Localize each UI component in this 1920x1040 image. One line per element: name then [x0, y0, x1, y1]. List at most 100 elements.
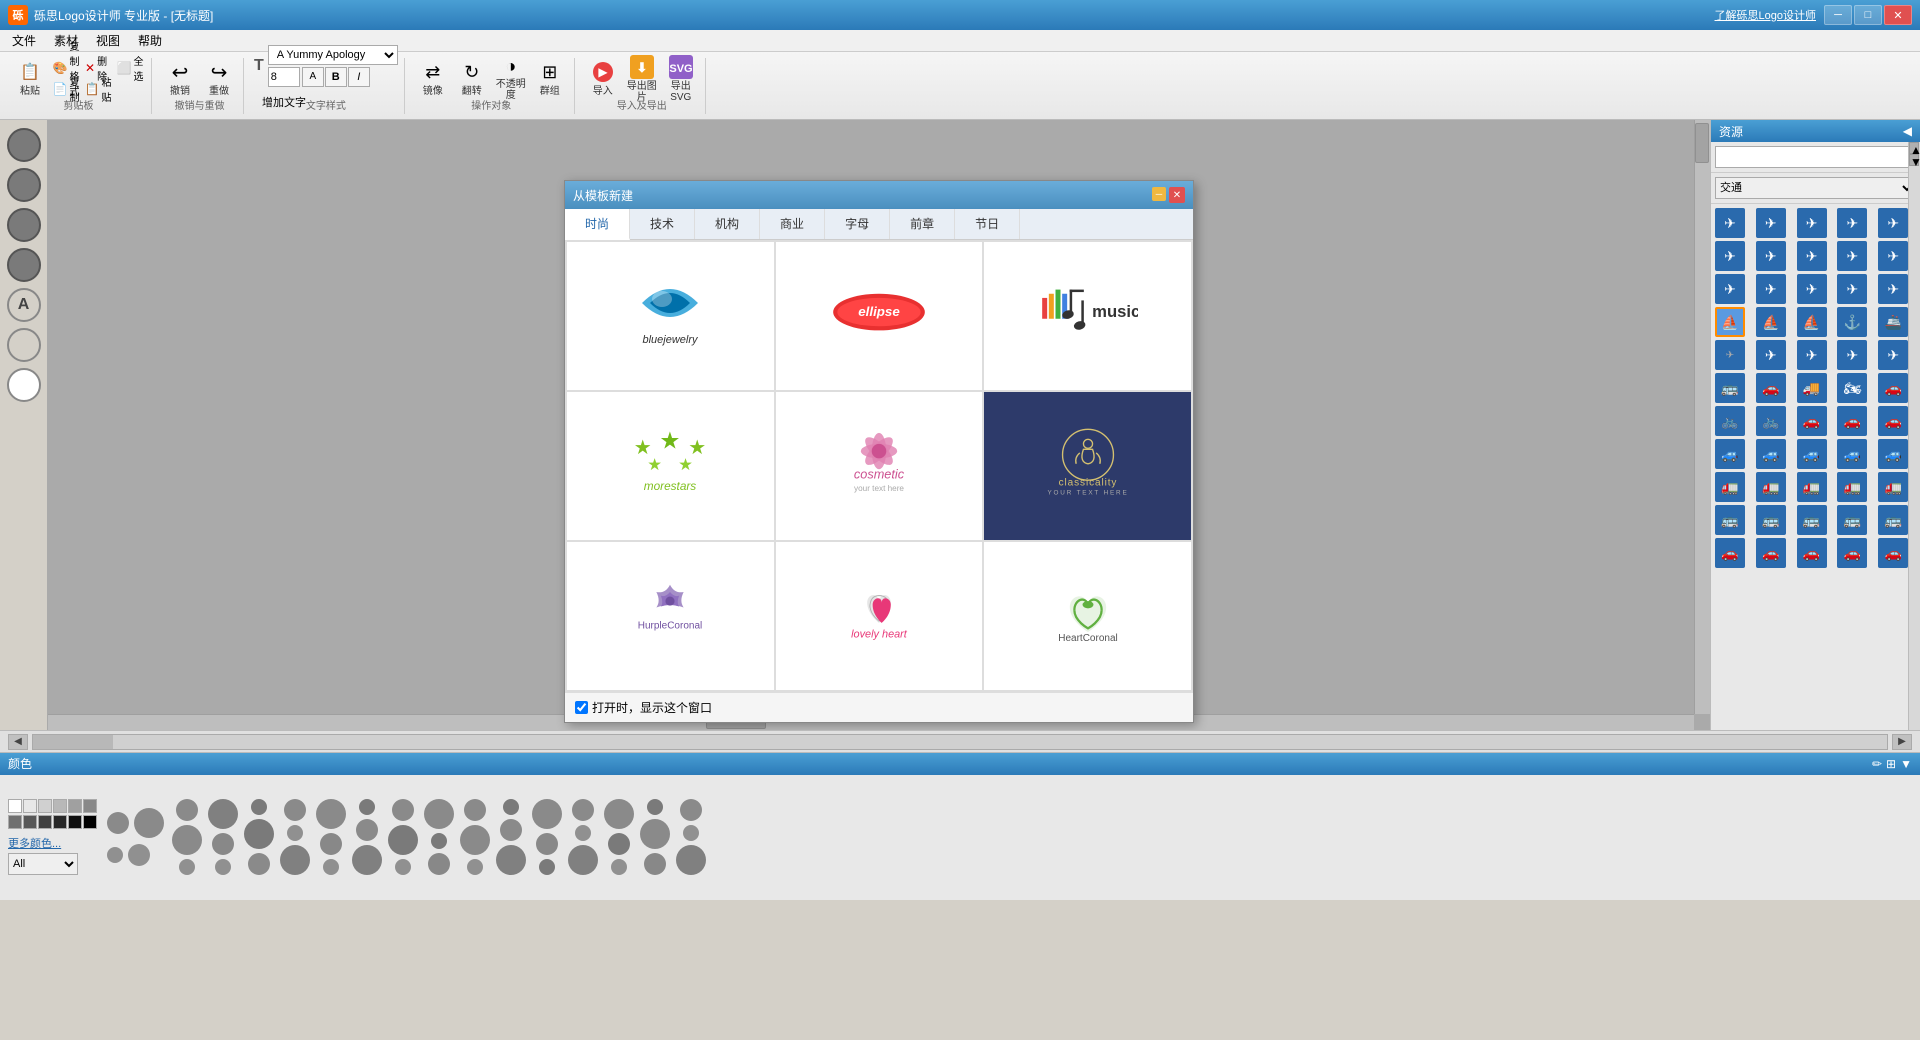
opacity-button[interactable]: ◑ 不透明度	[493, 58, 529, 100]
icon-ship-2[interactable]: ⛵	[1756, 307, 1786, 337]
template-classicality[interactable]: classicality YOUR TEXT HERE	[983, 391, 1192, 541]
select-all-button[interactable]: ⬜ 全选	[115, 58, 145, 78]
pd-29[interactable]	[500, 819, 522, 841]
pd-39[interactable]	[611, 859, 627, 875]
menu-file[interactable]: 文件	[4, 30, 44, 51]
icon-plane-15[interactable]: ✈	[1878, 274, 1908, 304]
pd-45[interactable]	[676, 845, 706, 875]
canvas-area[interactable]: 从模板新建 ─ ✕ 时尚 技术 机构 商业 字母 前章 节日	[48, 120, 1710, 730]
pd-22[interactable]	[424, 799, 454, 829]
tool-circle-6[interactable]	[7, 368, 41, 402]
pd-27[interactable]	[467, 859, 483, 875]
tool-circle-2[interactable]	[7, 168, 41, 202]
icon-car-2[interactable]: 🚗	[1756, 373, 1786, 403]
pd-10[interactable]	[284, 799, 306, 821]
icon-plane-11[interactable]: ✈	[1715, 274, 1745, 304]
icon-plane-12[interactable]: ✈	[1756, 274, 1786, 304]
pd-43[interactable]	[680, 799, 702, 821]
pd-12[interactable]	[280, 845, 310, 875]
tab-letter[interactable]: 字母	[825, 209, 890, 239]
pd-24[interactable]	[428, 853, 450, 875]
icon-bus-1[interactable]: 🚌	[1715, 505, 1745, 535]
dialog-minimize-button[interactable]: ─	[1152, 187, 1166, 201]
pd-16[interactable]	[359, 799, 375, 815]
redo-button[interactable]: ↪ 重做	[201, 58, 237, 100]
pd-1[interactable]	[176, 799, 198, 821]
pd-34[interactable]	[572, 799, 594, 821]
swatch-gray-6[interactable]	[8, 815, 22, 829]
export-img-button[interactable]: ⬇ 导出图片	[624, 58, 660, 100]
pd-21[interactable]	[395, 859, 411, 875]
undo-button[interactable]: ↩ 撤销	[162, 58, 198, 100]
template-hurple-coronal[interactable]: HurpleCoronal	[566, 541, 775, 691]
icon-suv-2[interactable]: 🚙	[1756, 439, 1786, 469]
icon-truck-2[interactable]: 🚛	[1756, 472, 1786, 502]
tool-circle-3[interactable]	[7, 208, 41, 242]
icon-truck-3[interactable]: 🚛	[1797, 472, 1827, 502]
icon-heli-4[interactable]: ✈	[1837, 340, 1867, 370]
pd-26[interactable]	[460, 825, 490, 855]
icon-vehicle-1[interactable]: 🚗	[1797, 406, 1827, 436]
swatch-gray-10[interactable]	[68, 815, 82, 829]
group-button[interactable]: ⊞ 群组	[532, 58, 568, 100]
italic-button[interactable]: I	[348, 67, 370, 87]
resources-category-select[interactable]: 交通 动物 建筑 食物 自然	[1715, 177, 1916, 199]
font-color-button[interactable]: A	[302, 67, 324, 87]
more-colors-button[interactable]: 更多颜色...	[8, 838, 61, 850]
paste-button[interactable]: 📋 粘贴	[12, 58, 48, 100]
pd-17[interactable]	[356, 819, 378, 841]
template-morestars[interactable]: ★ ★ ★ ★ ★ morestars	[566, 391, 775, 541]
scroll-down-arrow[interactable]: ▼	[1909, 154, 1919, 166]
icon-bus-2[interactable]: 🚌	[1756, 505, 1786, 535]
font-size-input[interactable]	[268, 67, 300, 87]
swatch-gray-2[interactable]	[38, 799, 52, 813]
tab-holiday[interactable]: 节日	[955, 209, 1020, 239]
icon-truck-5[interactable]: 🚛	[1878, 472, 1908, 502]
swatch-white[interactable]	[8, 799, 22, 813]
icon-car-3[interactable]: 🚚	[1797, 373, 1827, 403]
icon-bus-3[interactable]: 🚌	[1797, 505, 1827, 535]
colorbar-edit-icon[interactable]: ✏	[1872, 757, 1882, 771]
icon-misc-5[interactable]: 🚗	[1878, 538, 1908, 568]
icon-suv-3[interactable]: 🚙	[1797, 439, 1827, 469]
icon-anchor[interactable]: ⚓	[1837, 307, 1867, 337]
icon-car-5[interactable]: 🚗	[1878, 373, 1908, 403]
export-svg-button[interactable]: SVG 导出SVG	[663, 58, 699, 100]
dialog-close-button[interactable]: ✕	[1169, 187, 1185, 203]
icon-vehicle-2[interactable]: 🚗	[1837, 406, 1867, 436]
swatch-black[interactable]	[83, 815, 97, 829]
pd-42[interactable]	[644, 853, 666, 875]
icon-plane-4[interactable]: ✈	[1837, 208, 1867, 238]
icon-plane-1[interactable]: ✈	[1715, 208, 1745, 238]
import-button[interactable]: ▶ 导入	[585, 58, 621, 100]
close-button[interactable]: ✕	[1884, 5, 1912, 25]
tab-chapter[interactable]: 前章	[890, 209, 955, 239]
icon-car-1[interactable]: 🚌	[1715, 373, 1745, 403]
icon-plane-13[interactable]: ✈	[1797, 274, 1827, 304]
pd-38[interactable]	[608, 833, 630, 855]
icon-misc-3[interactable]: 🚗	[1797, 538, 1827, 568]
pd-11[interactable]	[287, 825, 303, 841]
tool-text[interactable]: A	[7, 288, 41, 322]
pd-14[interactable]	[320, 833, 342, 855]
icon-sailboat[interactable]: ⛵	[1797, 307, 1827, 337]
show-on-open-label[interactable]: 打开时，显示这个窗口	[575, 699, 712, 716]
pd-18[interactable]	[352, 845, 382, 875]
hscrollbar-track[interactable]	[32, 734, 1888, 750]
swatch-gray-1[interactable]	[23, 799, 37, 813]
icon-heli-5[interactable]: ✈	[1878, 340, 1908, 370]
pd-5[interactable]	[212, 833, 234, 855]
pd-36[interactable]	[568, 845, 598, 875]
icon-ship-1[interactable]: ⛵	[1715, 307, 1745, 337]
palette-dot-sm[interactable]	[107, 847, 123, 863]
bold-button[interactable]: B	[325, 67, 347, 87]
template-blue-jewelry[interactable]: bluejewelry	[566, 241, 775, 391]
palette-dot[interactable]	[107, 812, 129, 834]
menu-view[interactable]: 视图	[88, 30, 128, 51]
tool-circle-1[interactable]	[7, 128, 41, 162]
icon-heli-3[interactable]: ✈	[1797, 340, 1827, 370]
scroll-up-arrow[interactable]: ▲	[1909, 142, 1919, 154]
resources-panel-toggle[interactable]: ◀	[1903, 124, 1912, 138]
icon-boat[interactable]: 🚢	[1878, 307, 1908, 337]
website-link[interactable]: 了解砾思Logo设计师	[1715, 7, 1816, 23]
